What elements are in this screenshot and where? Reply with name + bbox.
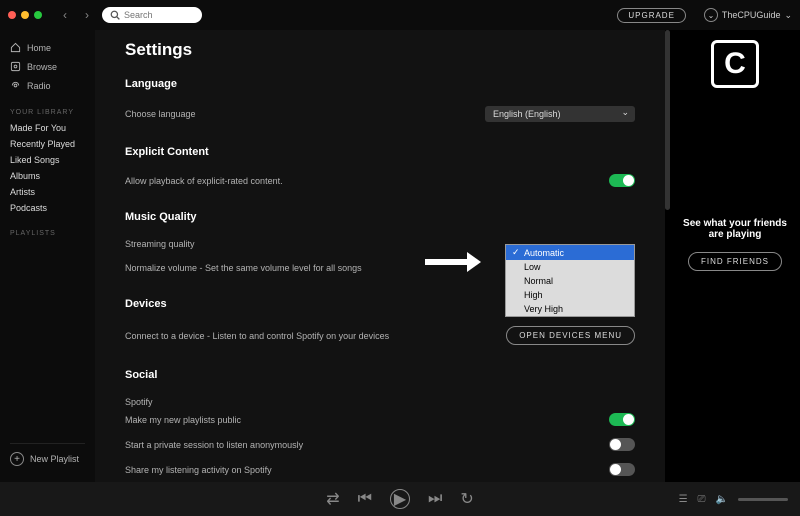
- section-explicit: Explicit Content: [125, 146, 635, 158]
- find-friends-button[interactable]: FIND FRIENDS: [688, 252, 782, 271]
- chevron-down-icon: ⌄: [784, 10, 792, 21]
- sidebar-item-home[interactable]: Home: [10, 38, 85, 57]
- social-subtitle: Spotify: [125, 397, 153, 407]
- public-playlist-toggle[interactable]: [609, 413, 635, 426]
- new-playlist-button[interactable]: + New Playlist: [10, 443, 85, 474]
- minimize-window-icon[interactable]: [21, 11, 29, 19]
- language-select[interactable]: English (English): [485, 106, 635, 122]
- sidebar-item-radio[interactable]: Radio: [10, 76, 85, 95]
- public-playlist-label: Make my new playlists public: [125, 415, 241, 425]
- sidebar-item-browse[interactable]: Browse: [10, 57, 85, 76]
- upgrade-button[interactable]: UPGRADE: [617, 8, 686, 23]
- maximize-window-icon[interactable]: [34, 11, 42, 19]
- sidebar: Home Browse Radio YOUR LIBRARY Made For …: [0, 30, 95, 482]
- open-devices-button[interactable]: OPEN DEVICES MENU: [506, 326, 635, 345]
- quality-option-very-high[interactable]: Very High: [506, 302, 634, 316]
- sidebar-item-liked-songs[interactable]: Liked Songs: [10, 152, 85, 168]
- volume-icon[interactable]: 🔈: [716, 494, 728, 505]
- quality-option-high[interactable]: High: [506, 288, 634, 302]
- topbar: ‹ › UPGRADE ⌄ TheCPUGuide ⌄: [0, 0, 800, 30]
- check-icon: ✓: [512, 247, 520, 258]
- home-icon: [10, 42, 21, 53]
- sidebar-item-label: Home: [27, 43, 51, 53]
- sidebar-item-albums[interactable]: Albums: [10, 168, 85, 184]
- next-icon[interactable]: ⏭: [428, 490, 442, 508]
- shuffle-icon[interactable]: ⇄: [326, 489, 339, 509]
- page-title: Settings: [125, 40, 635, 60]
- private-session-label: Start a private session to listen anonym…: [125, 440, 303, 450]
- connect-device-label: Connect to a device - Listen to and cont…: [125, 331, 389, 341]
- section-social: Social: [125, 369, 635, 381]
- previous-icon[interactable]: ⏮: [358, 490, 372, 508]
- search-box[interactable]: [102, 7, 202, 23]
- search-icon: [110, 10, 120, 20]
- sidebar-header-playlists: PLAYLISTS: [10, 230, 85, 237]
- nav-forward-icon[interactable]: ›: [80, 8, 94, 22]
- sidebar-item-artists[interactable]: Artists: [10, 184, 85, 200]
- play-button[interactable]: ▶: [390, 489, 410, 509]
- friends-title: See what your friends are playing: [680, 218, 790, 240]
- browse-icon: [10, 61, 21, 72]
- volume-slider[interactable]: [738, 498, 788, 501]
- choose-language-label: Choose language: [125, 109, 196, 119]
- sidebar-item-podcasts[interactable]: Podcasts: [10, 200, 85, 216]
- devices-icon[interactable]: ⎚: [698, 494, 706, 505]
- window-controls: [8, 11, 42, 19]
- user-avatar-icon: ⌄: [704, 8, 718, 22]
- share-activity-toggle[interactable]: [609, 463, 635, 476]
- plus-icon: +: [10, 452, 24, 466]
- sidebar-item-recently-played[interactable]: Recently Played: [10, 136, 85, 152]
- nav-back-icon[interactable]: ‹: [58, 8, 72, 22]
- section-quality: Music Quality: [125, 211, 635, 223]
- sidebar-item-made-for-you[interactable]: Made For You: [10, 120, 85, 136]
- repeat-icon[interactable]: ↻: [460, 489, 473, 509]
- explicit-toggle[interactable]: [609, 174, 635, 187]
- section-language: Language: [125, 78, 635, 90]
- user-menu[interactable]: ⌄ TheCPUGuide ⌄: [704, 8, 792, 22]
- share-activity-label: Share my listening activity on Spotify: [125, 465, 272, 475]
- queue-icon[interactable]: ☰: [679, 494, 688, 505]
- annotation-arrow-icon: [425, 252, 481, 272]
- quality-option-automatic[interactable]: ✓Automatic: [506, 245, 634, 260]
- normalize-label: Normalize volume - Set the same volume l…: [125, 263, 362, 273]
- main-content: Settings Language Choose language Englis…: [95, 30, 665, 482]
- explicit-label: Allow playback of explicit-rated content…: [125, 176, 283, 186]
- friends-pane: C See what your friends are playing FIND…: [670, 30, 800, 482]
- private-session-toggle[interactable]: [609, 438, 635, 451]
- sidebar-item-label: Browse: [27, 62, 57, 72]
- search-input[interactable]: [124, 10, 194, 20]
- radio-icon: [10, 80, 21, 91]
- streaming-quality-dropdown[interactable]: ✓Automatic Low Normal High Very High: [505, 244, 635, 317]
- new-playlist-label: New Playlist: [30, 454, 79, 464]
- sidebar-item-label: Radio: [27, 81, 51, 91]
- streaming-quality-label: Streaming quality: [125, 239, 195, 249]
- close-window-icon[interactable]: [8, 11, 16, 19]
- sidebar-header-library: YOUR LIBRARY: [10, 109, 85, 116]
- brand-logo-icon: C: [711, 40, 759, 88]
- username-label: TheCPUGuide: [722, 10, 781, 20]
- quality-option-low[interactable]: Low: [506, 260, 634, 274]
- quality-option-normal[interactable]: Normal: [506, 274, 634, 288]
- player-bar: ⇄ ⏮ ▶ ⏭ ↻ ☰ ⎚ 🔈: [0, 482, 800, 516]
